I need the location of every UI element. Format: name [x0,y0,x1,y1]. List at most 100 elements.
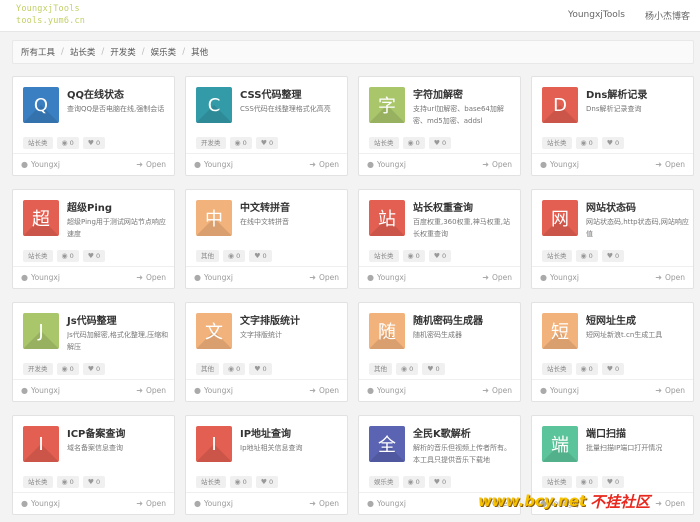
tool-card[interactable]: 站站长权重查询 百度权重,360权重,神马权重,站长权重查询 站长类 ◉ 0 ♥ 0 ● You… [358,189,521,289]
likes-badge[interactable]: ♥ 0 [255,137,279,149]
crumb-entertainment[interactable]: 娱乐类 [151,46,177,58]
tool-card[interactable]: 网网站状态码 网站状态码,http状态码,网站响应值 站长类 ◉ 0 ♥ 0 ● Youngxj… [531,189,694,289]
tool-icon[interactable]: 短 [542,313,578,349]
tool-title[interactable]: ICP备案查询 [67,425,125,440]
tool-title[interactable]: 网站状态码 [586,199,636,214]
open-link[interactable]: ➜ Open [136,160,166,169]
tool-icon[interactable]: 随 [369,313,405,349]
open-link[interactable]: ➜ Open [309,273,339,282]
likes-badge[interactable]: ♥ 0 [82,137,106,149]
open-link[interactable]: ➜ Open [136,386,166,395]
likes-badge[interactable]: ♥ 0 [249,363,272,375]
category-tag[interactable]: 站长类 [23,137,53,149]
category-tag[interactable]: 开发类 [23,363,53,375]
likes-badge[interactable]: ♥ 0 [428,250,452,262]
category-tag[interactable]: 站长类 [542,476,572,488]
tool-title[interactable]: Js代码整理 [67,312,117,327]
tool-icon[interactable]: 中 [196,200,232,236]
tool-title[interactable]: CSS代码整理 [240,86,301,101]
likes-badge[interactable]: ♥ 0 [601,250,625,262]
category-tag[interactable]: 站长类 [196,476,226,488]
open-link[interactable]: ➜ Open [482,386,512,395]
tool-icon[interactable]: 端 [542,426,578,462]
tool-title[interactable]: QQ在线状态 [67,86,124,101]
category-tag[interactable]: 其他 [369,363,392,375]
tool-card[interactable]: I IP地址查询 Ip地址相关信息查询 站长类 ◉ 0 ♥ 0 ● Youngxj ➜ Open [185,415,348,515]
tool-title[interactable]: 字符加解密 [413,86,463,101]
likes-badge[interactable]: ♥ 0 [428,476,452,488]
open-link[interactable]: ➜ Open [655,273,685,282]
tool-icon[interactable]: 字 [369,87,405,123]
open-link[interactable]: ➜ Open [136,273,166,282]
tool-title[interactable]: Dns解析记录 [586,86,647,101]
open-link[interactable]: ➜ Open [136,499,166,508]
category-tag[interactable]: 站长类 [542,363,572,375]
category-tag[interactable]: 站长类 [23,476,53,488]
tool-title[interactable]: 全民K歌解析 [413,425,471,440]
open-link[interactable]: ➜ Open [655,386,685,395]
site-logo[interactable]: YoungxjTools tools.yum6.cn [16,3,96,27]
category-tag[interactable]: 站长类 [542,137,572,149]
tool-title[interactable]: 站长权重查询 [413,199,473,214]
tool-card[interactable]: 中中文转拼音 在线中文转拼音 其他 ◉ 0 ♥ 0 ● Youngxj ➜ Open [185,189,348,289]
tool-card[interactable]: 随随机密码生成器 随机密码生成器 其他 ◉ 0 ♥ 0 ● Youngxj ➜ Open [358,302,521,402]
likes-badge[interactable]: ♥ 0 [601,137,625,149]
tool-icon[interactable]: D [542,87,578,123]
category-tag[interactable]: 娱乐类 [369,476,399,488]
open-link[interactable]: ➜ Open [309,386,339,395]
open-link[interactable]: ➜ Open [309,499,339,508]
tool-card[interactable]: D Dns解析记录 Dns解析记录查询 站长类 ◉ 0 ♥ 0 ● Youngxj ➜ Open [531,76,694,176]
likes-badge[interactable]: ♥ 0 [249,250,272,262]
category-tag[interactable]: 其他 [196,250,219,262]
category-tag[interactable]: 站长类 [23,250,53,262]
tool-title[interactable]: 文字排版统计 [240,312,300,327]
tool-icon[interactable]: 文 [196,313,232,349]
tool-icon[interactable]: I [196,426,232,462]
crumb-other[interactable]: 其他 [191,46,208,58]
tool-icon[interactable]: C [196,87,232,123]
likes-badge[interactable]: ♥ 0 [82,363,106,375]
open-link[interactable]: ➜ Open [655,160,685,169]
tool-title[interactable]: 端口扫描 [586,425,626,440]
likes-badge[interactable]: ♥ 0 [601,476,625,488]
likes-badge[interactable]: ♥ 0 [82,476,106,488]
nav-link-youngxjtools[interactable]: YoungxjTools [568,10,625,20]
tool-icon[interactable]: 超 [23,200,59,236]
tool-card[interactable]: 文文字排版统计 文字排版统计 其他 ◉ 0 ♥ 0 ● Youngxj ➜ Open [185,302,348,402]
tool-icon[interactable]: 网 [542,200,578,236]
tool-card[interactable]: I ICP备案查询 域名备案信息查询 站长类 ◉ 0 ♥ 0 ● Youngxj ➜ Open [12,415,175,515]
category-tag[interactable]: 站长类 [369,137,399,149]
tool-card[interactable]: 超超级Ping 超级Ping用于测试网站节点响应速度 站长类 ◉ 0 ♥ 0 ● Youngxj… [12,189,175,289]
tool-title[interactable]: 中文转拼音 [240,199,290,214]
tool-title[interactable]: 短网址生成 [586,312,636,327]
category-tag[interactable]: 开发类 [196,137,226,149]
tool-icon[interactable]: I [23,426,59,462]
open-link[interactable]: ➜ Open [482,160,512,169]
tool-card[interactable]: C CSS代码整理 CSS代码在线整理格式化高亮 开发类 ◉ 0 ♥ 0 ● Youngxj ➜ Op… [185,76,348,176]
tool-icon[interactable]: 站 [369,200,405,236]
category-tag[interactable]: 站长类 [542,250,572,262]
crumb-development[interactable]: 开发类 [110,46,136,58]
likes-badge[interactable]: ♥ 0 [422,363,445,375]
tool-icon[interactable]: J [23,313,59,349]
tool-card[interactable]: J Js代码整理 Js代码加解密,格式化整理,压缩和解压 开发类 ◉ 0 ♥ 0 ● Youngx… [12,302,175,402]
tool-icon[interactable]: 全 [369,426,405,462]
open-link[interactable]: ➜ Open [309,160,339,169]
likes-badge[interactable]: ♥ 0 [82,250,106,262]
tool-title[interactable]: IP地址查询 [240,425,291,440]
likes-badge[interactable]: ♥ 0 [428,137,452,149]
crumb-webmaster[interactable]: 站长类 [70,46,96,58]
tool-icon[interactable]: Q [23,87,59,123]
tool-title[interactable]: 随机密码生成器 [413,312,483,327]
tool-card[interactable]: 短短网址生成 短网址新浪t.cn生成工具 站长类 ◉ 0 ♥ 0 ● Youngxj ➜ Open [531,302,694,402]
tool-card[interactable]: 字 字符加解密 支持url加解密、base64加解密、md5加密、addsl 站长类 ◉… [358,76,521,176]
open-link[interactable]: ➜ Open [655,499,685,508]
nav-link-blog[interactable]: 杨小杰博客 [645,9,690,22]
tool-title[interactable]: 超级Ping [67,199,112,214]
crumb-all-tools[interactable]: 所有工具 [21,46,55,58]
open-link[interactable]: ➜ Open [482,273,512,282]
category-tag[interactable]: 其他 [196,363,219,375]
tool-card[interactable]: Q QQ在线状态 查询QQ是否电脑在线,强制会话 站长类 ◉ 0 ♥ 0 ● Youngxj ➜ Op… [12,76,175,176]
likes-badge[interactable]: ♥ 0 [601,363,625,375]
category-tag[interactable]: 站长类 [369,250,399,262]
